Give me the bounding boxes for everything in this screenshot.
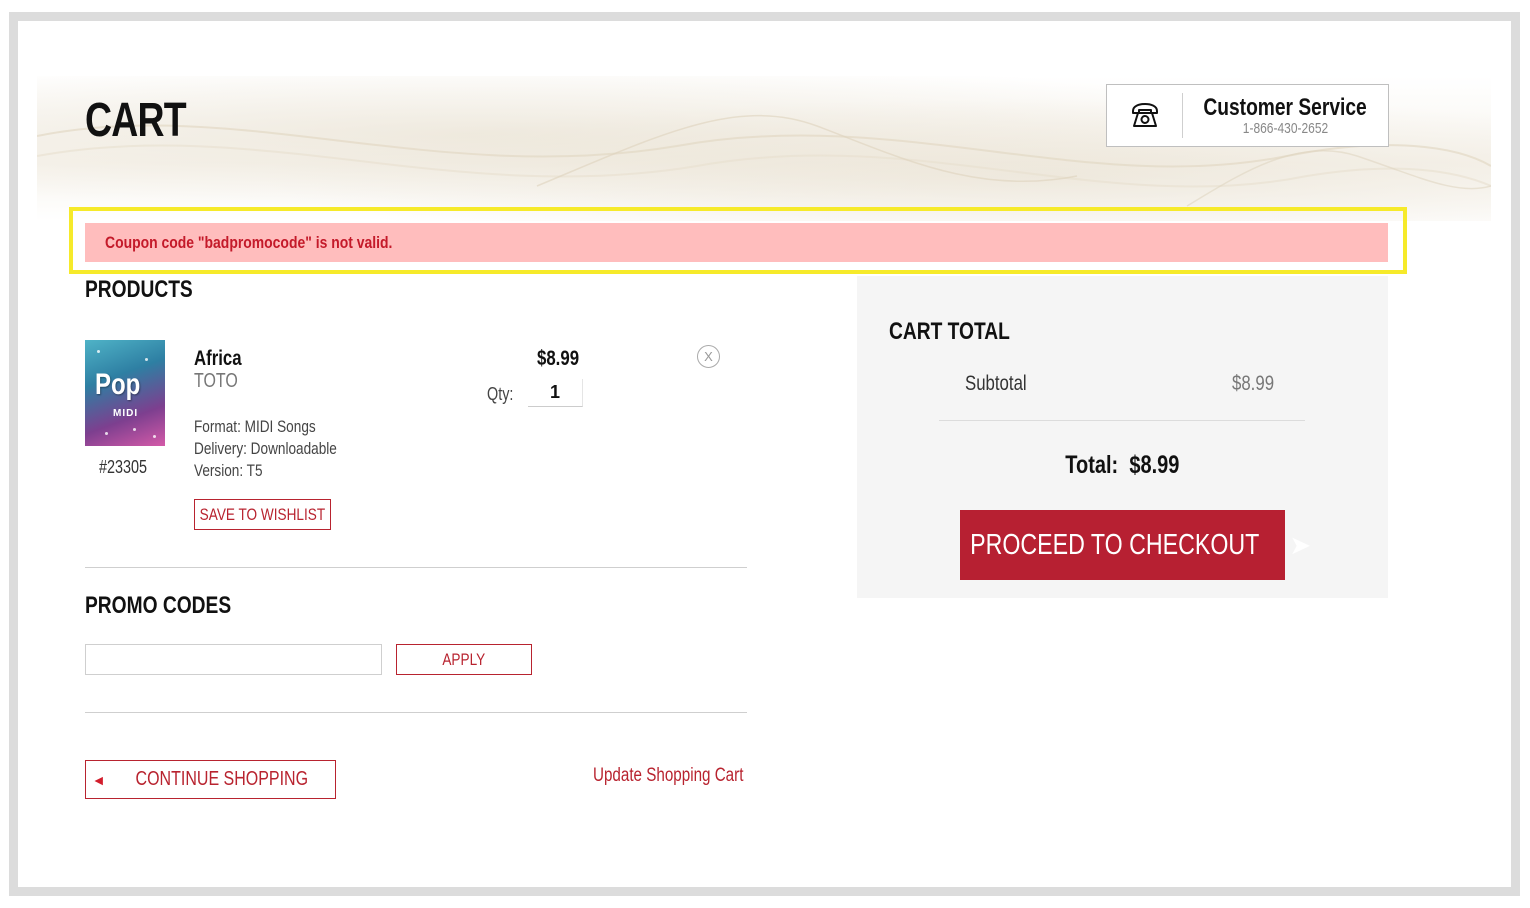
subtotal-value: $8.99 [1232,372,1285,396]
totals-divider [939,420,1305,421]
product-version-text: Version: T5 [194,461,263,480]
product-delivery-text: Delivery: Downloadable [194,439,337,458]
product-artist: TOTO [194,370,249,393]
promo-codes-heading: PROMO CODES [85,592,268,620]
remove-item-icon[interactable]: X [697,345,720,368]
update-shopping-cart-label: Update Shopping Cart [593,765,744,786]
product-format-text: Format: MIDI Songs [194,417,316,436]
customer-service-box[interactable]: Customer Service 1-866-430-2652 [1106,84,1389,147]
product-cover-subtitle: MIDI [113,408,139,419]
subtotal-label: Subtotal [965,372,1042,396]
save-to-wishlist-label: SAVE TO WISHLIST [199,504,326,524]
arrow-left-icon: ◄ [91,771,106,788]
phone-icon [1107,93,1183,138]
update-shopping-cart-link[interactable]: Update Shopping Cart [593,765,781,787]
coupon-error-message: Coupon code "badpromocode" is not valid. [105,232,393,252]
product-price-text: $8.99 [537,347,580,370]
page-title: CART [85,94,187,147]
promo-divider [85,712,747,713]
products-heading-text: PRODUCTS [85,276,193,303]
apply-promo-button[interactable]: APPLY [396,644,532,675]
save-to-wishlist-button[interactable]: SAVE TO WISHLIST [194,499,331,530]
cart-total-panel: CART TOTAL Subtotal $8.99 Total: $8.99 P… [857,276,1388,598]
customer-service-title: Customer Service [1203,94,1368,121]
total-value: $8.99 [1129,451,1180,479]
products-heading: PRODUCTS [85,276,220,304]
customer-service-phone: 1-866-430-2652 [1242,120,1329,137]
quantity-input[interactable] [528,379,583,407]
product-price: $8.99 [537,347,590,371]
proceed-to-checkout-button[interactable]: PROCEED TO CHECKOUT ➤ [960,510,1311,580]
product-name[interactable]: Africa [194,347,254,371]
product-cover-title: Pop [95,368,141,401]
product-version: Version: T5 [194,461,280,481]
total-label: Total: [1065,451,1119,479]
cart-total-heading: CART TOTAL [889,318,1040,346]
product-thumbnail[interactable]: Pop MIDI [85,340,165,446]
grand-total: Total: $8.99 [857,451,1388,480]
continue-shopping-button[interactable]: ◄ CONTINUE SHOPPING [85,760,336,799]
product-delivery: Delivery: Downloadable [194,439,373,459]
coupon-error-alert: Coupon code "badpromocode" is not valid. [85,223,1388,262]
apply-promo-label: APPLY [442,649,486,669]
product-artist-text: TOTO [194,370,238,392]
continue-shopping-label: CONTINUE SHOPPING [135,768,308,790]
subtotal-label-text: Subtotal [965,372,1027,395]
product-name-text: Africa [194,347,242,370]
quantity-label: Qty: [487,384,520,405]
page-frame: CART Customer Service 1-866-430-2652 Cou… [9,12,1520,896]
subtotal-value-text: $8.99 [1232,372,1275,395]
cart-total-heading-text: CART TOTAL [889,318,1010,345]
quantity-label-text: Qty: [487,384,514,404]
products-divider [85,567,747,568]
product-format: Format: MIDI Songs [194,417,346,437]
promo-code-input[interactable] [85,644,382,675]
product-sku-text: #23305 [99,457,148,477]
proceed-to-checkout-label: PROCEED TO CHECKOUT [970,528,1260,561]
product-sku: #23305 [99,457,159,478]
arrow-right-icon: ➤ [1289,529,1312,560]
promo-codes-heading-text: PROMO CODES [85,592,232,619]
